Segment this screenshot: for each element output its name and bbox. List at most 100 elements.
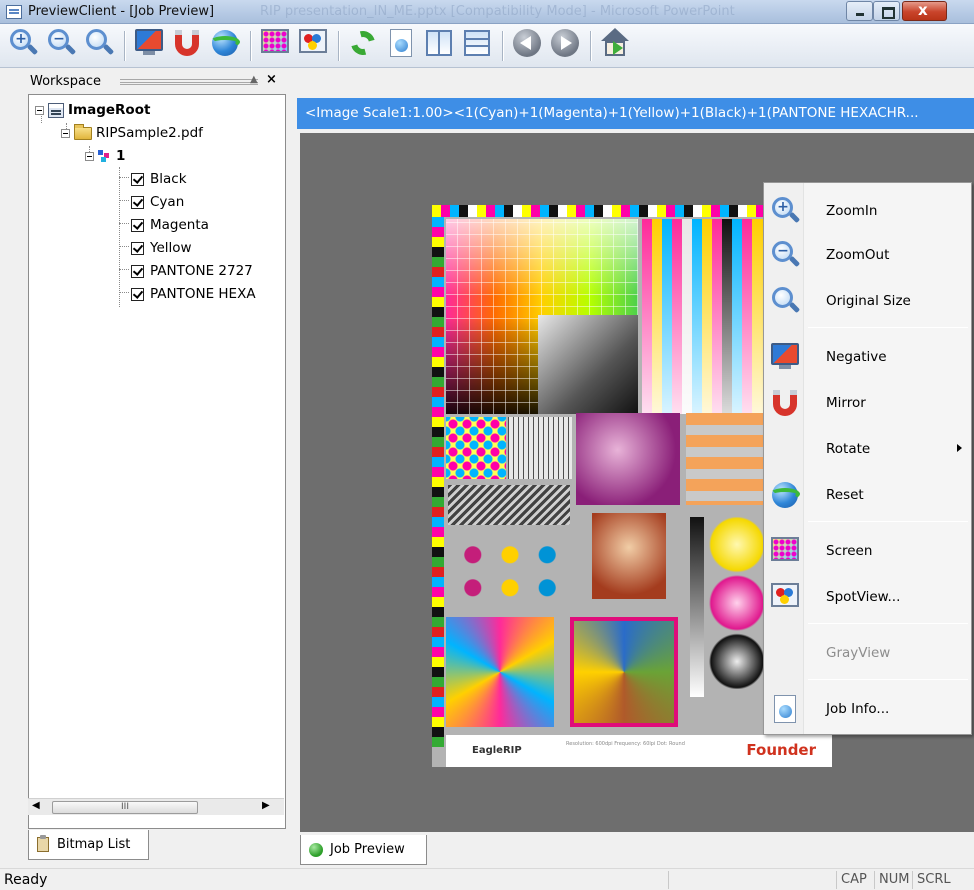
panel-close-icon[interactable]: × [266, 72, 277, 87]
separation-item[interactable]: Black [131, 168, 187, 190]
app-icon [6, 5, 22, 19]
tree-node-label: RIPSample2.pdf [96, 125, 203, 141]
pin-icon[interactable]: ▲ [250, 74, 258, 85]
separation-item[interactable]: Yellow [131, 237, 192, 259]
menu-item-job-info[interactable]: Job Info... [764, 689, 971, 729]
tree-node-label: 1 [116, 148, 126, 164]
separation-checkbox[interactable] [131, 287, 144, 301]
clipboard-icon [37, 835, 49, 852]
menu-item-original-size[interactable]: Original Size [764, 281, 971, 321]
negative-monitor-icon [134, 28, 164, 56]
separation-checkbox[interactable] [131, 218, 144, 232]
menu-item-mirror[interactable]: Mirror [764, 383, 971, 423]
arrow-right-icon [550, 28, 580, 58]
reset-button[interactable] [210, 28, 246, 64]
negative-button[interactable] [134, 28, 170, 64]
scroll-indicator: SCRL [912, 871, 962, 889]
job-preview-icon [309, 842, 323, 857]
separation-item[interactable]: Magenta [131, 214, 209, 236]
workspace-tree[interactable]: ImageRoot RIPSample2.pdf 1 Black Cyan Ma… [28, 94, 286, 829]
workspace-title: Workspace [30, 74, 102, 89]
caps-indicator: CAP [836, 871, 874, 889]
status-bar: Ready CAP NUM SCRL [0, 868, 974, 890]
job-info-button[interactable] [386, 28, 422, 64]
refresh-icon [346, 26, 380, 60]
num-indicator: NUM [874, 871, 912, 889]
zoom-out-icon: − [46, 28, 77, 58]
document-globe-icon [770, 694, 800, 724]
zoom-out-icon: − [770, 240, 801, 270]
toolbar-separator [124, 31, 126, 61]
reset-globe-icon [770, 480, 800, 510]
minimize-button[interactable] [846, 1, 873, 21]
toolbar-separator [338, 31, 340, 61]
screen-button[interactable] [260, 28, 296, 64]
maximize-button[interactable] [873, 1, 900, 21]
tree-node-file[interactable]: RIPSample2.pdf [61, 122, 203, 144]
collapse-icon[interactable] [85, 151, 94, 161]
scrollbar-thumb[interactable]: III [52, 801, 198, 814]
previous-button[interactable] [512, 28, 548, 64]
split-horizontal-button[interactable] [462, 28, 498, 64]
scroll-right-icon[interactable]: ▶ [262, 800, 270, 811]
tab-job-preview[interactable]: Job Preview [300, 835, 427, 865]
tree-node-root[interactable]: ImageRoot [35, 99, 150, 121]
menu-item-spotview[interactable]: SpotView... [764, 577, 971, 617]
screen-icon [260, 28, 290, 58]
panel-grip[interactable] [120, 79, 258, 85]
sheet-footer: EagleRIP Resolution: 600dpi Frequency: 6… [446, 735, 832, 767]
menu-item-screen[interactable]: Screen [764, 531, 971, 571]
separation-checkbox[interactable] [131, 195, 144, 209]
image-root-icon [48, 102, 64, 118]
workspace-header: Workspace ▲ × [0, 71, 294, 93]
split-horizontal-icon [462, 28, 492, 58]
next-button[interactable] [550, 28, 586, 64]
collapse-icon[interactable] [61, 128, 70, 138]
zoom-in-button[interactable]: + [8, 28, 44, 64]
scroll-left-icon[interactable]: ◀ [32, 800, 40, 811]
separation-item[interactable]: Cyan [131, 191, 184, 213]
tab-bitmap-list[interactable]: Bitmap List [28, 830, 149, 860]
tree-node-label: ImageRoot [68, 102, 151, 118]
spotview-button[interactable] [298, 28, 334, 64]
arrow-left-icon [512, 28, 542, 58]
menu-item-reset[interactable]: Reset [764, 475, 971, 515]
split-vertical-button[interactable] [424, 28, 460, 64]
magnet-mirror-icon [770, 388, 800, 418]
home-icon [600, 28, 630, 58]
main-toolbar: + − [0, 24, 974, 68]
tree-node-page[interactable]: 1 [85, 145, 125, 167]
separation-item[interactable]: PANTONE HEXA [131, 283, 256, 305]
refresh-button[interactable] [346, 26, 384, 64]
separation-checkbox[interactable] [131, 172, 144, 186]
collapse-icon[interactable] [35, 105, 44, 115]
founder-logo: Founder [746, 741, 816, 759]
menu-item-negative[interactable]: Negative [764, 337, 971, 377]
toolbar-separator [590, 31, 592, 61]
document-globe-icon [386, 28, 416, 58]
magnifier-icon [84, 28, 115, 58]
menu-item-rotate[interactable]: Rotate [764, 429, 971, 469]
tab-label: Job Preview [330, 842, 405, 857]
status-text: Ready [4, 872, 48, 888]
spotview-icon [298, 28, 328, 58]
separation-checkbox[interactable] [131, 241, 144, 255]
mirror-button[interactable] [172, 28, 208, 64]
document-header: <Image Scale1:1.00><1(Cyan)+1(Magenta)+1… [297, 98, 974, 129]
separation-item[interactable]: PANTONE 2727 [131, 260, 253, 282]
separation-label: Black [150, 171, 187, 187]
zoom-out-button[interactable]: − [46, 28, 82, 64]
home-button[interactable] [600, 28, 636, 64]
separation-checkbox[interactable] [131, 264, 144, 278]
close-button[interactable]: x [902, 1, 947, 21]
menu-item-zoomin[interactable]: + ZoomIn [764, 191, 971, 231]
context-menu: + ZoomIn − ZoomOut Original Size Negativ… [763, 182, 972, 735]
spotview-icon [770, 582, 800, 612]
magnifier-icon [770, 286, 801, 316]
menu-item-zoomout[interactable]: − ZoomOut [764, 235, 971, 275]
separations-icon [98, 149, 112, 163]
original-size-button[interactable] [84, 28, 120, 64]
workspace-panel: Workspace ▲ × ImageRoot RIPSample2.pdf 1… [0, 68, 294, 868]
tree-horizontal-scrollbar[interactable]: ◀ III ▶ [28, 798, 284, 815]
background-window-title: RIP presentation_IN_ME.pptx [Compatibili… [260, 4, 735, 19]
